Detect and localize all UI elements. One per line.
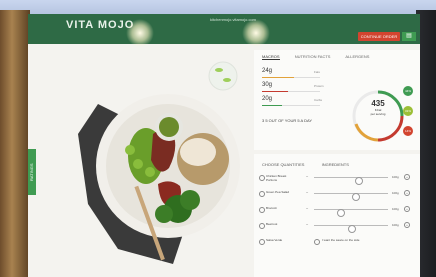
slider-handle[interactable] [348, 225, 356, 233]
macro-carbs-value: 20g [262, 96, 273, 102]
badge-fats: 44% [403, 86, 413, 96]
macro-protein-value: 30g [262, 82, 273, 88]
sauce-side-label: I want the sauce on the side [322, 238, 360, 242]
slider-handle[interactable] [336, 209, 345, 217]
macro-fats-label: Fats [314, 70, 320, 74]
logo[interactable]: VITA MOJO [66, 19, 134, 31]
tab-choose-quantities[interactable]: CHOOSE QUANTITIES [262, 162, 304, 167]
ingredient-icon [259, 175, 265, 181]
increase-button[interactable]: + [404, 206, 410, 212]
app-screen: VITA MOJO kitchenmojo.vitamojo.com CONTI… [28, 14, 420, 277]
five-a-day-text: 3 5 OUT OF YOUR 5 A DAY [262, 118, 313, 123]
ingredient-icon [259, 207, 265, 213]
ingredient-name: Beetroot [266, 222, 278, 226]
ingredient-grams: 100g [392, 207, 399, 211]
continue-order-button[interactable]: CONTINUE ORDER [358, 32, 400, 41]
ingredient-name: Broccoli [266, 206, 277, 210]
top-bar: VITA MOJO kitchenmojo.vitamojo.com CONTI… [28, 14, 420, 44]
macro-protein-bar [262, 91, 320, 92]
increase-button[interactable]: + [404, 222, 410, 228]
ingredient-name: Green Pea Salad [266, 190, 290, 194]
ingredient-icon [259, 239, 265, 245]
ratings-tab[interactable]: RATINGS [28, 149, 36, 195]
ingredient-row: Chicken Breast Portions − 100g + [254, 174, 420, 186]
macro-protein-label: Protein [314, 84, 324, 88]
tab-ingredients[interactable]: INGREDIENTS [322, 162, 349, 167]
macro-carbs-bar [262, 105, 320, 106]
macro-fats-value: 24g [262, 68, 273, 74]
nutrition-tabs: MACROS NUTRITION FACTS ALLERGENS [262, 54, 383, 60]
kcal-ring [352, 90, 404, 142]
ingredient-name: Chicken Breast Portions [266, 174, 287, 182]
decrease-button[interactable]: − [306, 190, 308, 195]
quantity-slider[interactable] [314, 209, 388, 217]
kcal-readout: 435 KCal per serving [364, 99, 392, 116]
quantity-slider[interactable] [314, 225, 388, 233]
ingredient-grams: 100g [392, 191, 399, 195]
ingredients-panel: CHOOSE QUANTITIES INGREDIENTS Chicken Br… [254, 154, 420, 277]
nutrition-panel: MACROS NUTRITION FACTS ALLERGENS 24g Fat… [254, 50, 420, 150]
quantity-slider[interactable] [314, 177, 388, 185]
ingredient-name: Salsa Verde [266, 238, 283, 242]
ingredient-grams: 100g [392, 223, 399, 227]
quantity-slider[interactable] [314, 193, 388, 201]
sauce-side-checkbox[interactable] [314, 239, 320, 245]
badge-carbs: 14% [403, 126, 413, 136]
increase-button[interactable]: + [404, 190, 410, 196]
ingredient-icon [259, 191, 265, 197]
food-bowl-image [78, 94, 240, 264]
light-glare [126, 19, 154, 47]
ingredient-row: Green Pea Salad − 100g + [254, 190, 420, 202]
decrease-button[interactable]: − [306, 222, 308, 227]
ingredient-row: Beetroot − 100g + [254, 222, 420, 234]
light-glare [242, 19, 270, 47]
slider-handle[interactable] [355, 177, 364, 185]
ingredient-grams: 100g [392, 175, 399, 179]
tab-nutrition-facts[interactable]: NUTRITION FACTS [295, 54, 331, 59]
badge-protein: 31% [403, 106, 413, 116]
kcal-sub: per serving [370, 112, 386, 116]
ingredient-row: Salsa Verde I want the sauce on the side [254, 238, 420, 250]
decrease-button[interactable]: − [306, 206, 308, 211]
kcal-value: 435 [371, 99, 385, 108]
screen-frame-left [0, 10, 30, 277]
macro-carbs-label: Carbs [314, 98, 323, 102]
cart-icon[interactable]: ▤ [402, 32, 416, 41]
glass-image [208, 61, 238, 91]
ingredient-icon [259, 223, 265, 229]
decrease-button[interactable]: − [306, 174, 308, 179]
ingredient-row: Broccoli − 100g + [254, 206, 420, 218]
tab-allergens[interactable]: ALLERGENS [345, 54, 369, 59]
slider-handle[interactable] [351, 193, 360, 201]
macro-fats-bar [262, 77, 320, 78]
increase-button[interactable]: + [404, 174, 410, 180]
tab-macros[interactable]: MACROS [262, 54, 280, 60]
ingredients-tabs: CHOOSE QUANTITIES INGREDIENTS [262, 162, 365, 167]
